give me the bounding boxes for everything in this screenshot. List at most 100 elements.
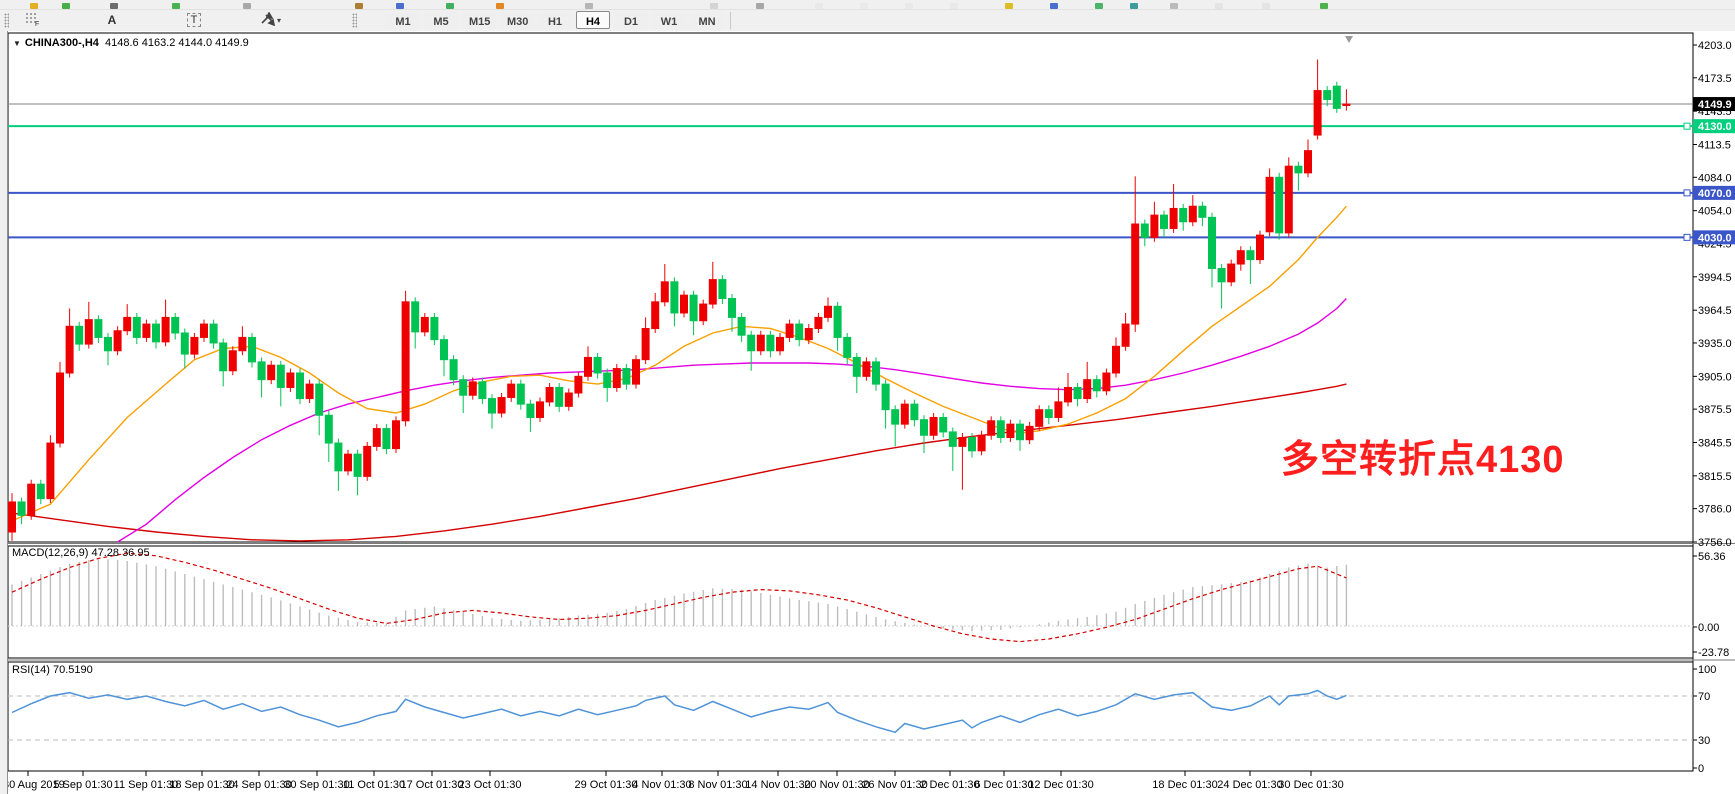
- tab-timeframe-m15[interactable]: M15: [462, 11, 496, 29]
- rsi-panel-title: RSI(14) 70.5190: [12, 664, 93, 676]
- macd-indicator-values: 47.28 36.95: [91, 547, 149, 559]
- cropped-icon: [1005, 3, 1013, 9]
- svg-text:30 Dec 01:30: 30 Dec 01:30: [1278, 779, 1343, 791]
- macd-panel-title: MACD(12,26,9) 47.28 36.95: [12, 547, 150, 559]
- macd-indicator-name: MACD(12,26,9): [12, 547, 88, 559]
- svg-text:F: F: [35, 21, 39, 26]
- tab-timeframe-w1[interactable]: W1: [652, 11, 686, 29]
- current-price-badge: 4149.9: [1693, 97, 1735, 111]
- svg-text:4054.0: 4054.0: [1698, 206, 1732, 218]
- chart-shift-icon[interactable]: [1345, 36, 1353, 43]
- cropped-icon: [1320, 3, 1328, 9]
- cropped-icon: [1215, 3, 1223, 9]
- horizontal-line-4030.0[interactable]: [8, 234, 1693, 240]
- svg-text:3935.0: 3935.0: [1698, 338, 1732, 350]
- svg-text:30 Sep 01:30: 30 Sep 01:30: [284, 779, 349, 791]
- svg-text:70: 70: [1698, 691, 1710, 703]
- svg-text:3756.0: 3756.0: [1698, 537, 1732, 549]
- macd-signal-line: [12, 553, 1346, 641]
- svg-text:56.36: 56.36: [1698, 551, 1726, 563]
- cropped-icon: [110, 3, 118, 9]
- svg-text:20 Nov 01:30: 20 Nov 01:30: [804, 779, 869, 791]
- ma-fast-orange-line: [12, 206, 1346, 521]
- text-tool-icon[interactable]: T: [180, 11, 208, 29]
- tab-timeframe-mn[interactable]: MN: [690, 11, 724, 29]
- svg-text:2 Dec 01:30: 2 Dec 01:30: [920, 779, 979, 791]
- cropped-icon: [1130, 3, 1138, 9]
- svg-text:3845.5: 3845.5: [1698, 437, 1732, 449]
- cropped-icon: [243, 3, 251, 9]
- svg-text:4 Nov 01:30: 4 Nov 01:30: [632, 779, 691, 791]
- cropped-icon: [950, 3, 958, 9]
- arrows-tool-icon[interactable]: ▾: [258, 11, 298, 29]
- symbol-dropdown-icon[interactable]: ▼: [13, 39, 21, 48]
- tab-timeframe-m1[interactable]: M1: [386, 11, 420, 29]
- ohlc-values: 4148.6 4163.2 4144.0 4149.9: [105, 37, 249, 49]
- fibonacci-icon[interactable]: F: [24, 11, 52, 29]
- chart-canvas[interactable]: 4203.04173.54143.54113.54084.04054.04024…: [0, 31, 1735, 794]
- chart-text-annotation: 多空转折点4130: [1281, 428, 1565, 483]
- toolbar-grip[interactable]: [352, 13, 357, 28]
- svg-text:3905.0: 3905.0: [1698, 371, 1732, 383]
- tab-timeframe-m5[interactable]: M5: [424, 11, 458, 29]
- cropped-icon: [815, 3, 823, 9]
- horizontal-line-4130.0[interactable]: [8, 123, 1693, 129]
- svg-text:12 Dec 01:30: 12 Dec 01:30: [1028, 779, 1093, 791]
- macd-histogram: [8, 558, 1693, 631]
- svg-text:3786.0: 3786.0: [1698, 504, 1732, 516]
- svg-text:8 Nov 01:30: 8 Nov 01:30: [688, 779, 747, 791]
- svg-text:4070.0: 4070.0: [1698, 188, 1732, 200]
- rsi-axis: 100 70 30 0: [1693, 664, 1716, 775]
- svg-text:4030.0: 4030.0: [1698, 232, 1732, 244]
- rsi-indicator-value: 70.5190: [53, 664, 93, 676]
- cropped-icon: [355, 3, 363, 9]
- tab-timeframe-h1[interactable]: H1: [538, 11, 572, 29]
- cropped-icon: [1050, 3, 1058, 9]
- horizontal-line-4070.0[interactable]: [8, 190, 1693, 196]
- tab-timeframe-h4[interactable]: H4: [576, 11, 610, 29]
- svg-text:-23.78: -23.78: [1698, 647, 1729, 659]
- svg-text:4113.5: 4113.5: [1698, 140, 1731, 152]
- svg-text:0: 0: [1698, 763, 1704, 775]
- macd-axis: 56.360.00-23.78: [1693, 551, 1729, 659]
- time-axis[interactable]: 30 Aug 20195 Sep 01:3011 Sep 01:3018 Sep…: [3, 771, 1344, 791]
- svg-text:100: 100: [1698, 664, 1716, 676]
- hline-price-badge: 4030.0: [1693, 230, 1735, 244]
- cropped-icon: [396, 3, 404, 9]
- hline-price-badge: 4130.0: [1693, 119, 1735, 133]
- svg-text:18 Dec 01:30: 18 Dec 01:30: [1152, 779, 1217, 791]
- panel-frames: [0, 33, 1735, 771]
- cropped-icon: [30, 3, 38, 9]
- svg-text:3875.5: 3875.5: [1698, 404, 1732, 416]
- cropped-toolbar-icons: [0, 0, 1735, 10]
- price-axis[interactable]: 4203.04173.54143.54113.54084.04054.04024…: [1693, 40, 1732, 549]
- cropped-icon: [1095, 3, 1103, 9]
- tab-timeframe-d1[interactable]: D1: [614, 11, 648, 29]
- svg-text:6 Dec 01:30: 6 Dec 01:30: [974, 779, 1033, 791]
- tab-timeframe-m30[interactable]: M30: [500, 11, 534, 29]
- candles-layer: [9, 59, 1350, 540]
- toolbar-separator: [730, 12, 731, 29]
- svg-text:24 Dec 01:30: 24 Dec 01:30: [1217, 779, 1282, 791]
- cropped-icon: [756, 3, 764, 9]
- ma-mid-magenta-line: [118, 299, 1347, 543]
- cropped-icon: [496, 3, 504, 9]
- svg-text:30: 30: [1698, 735, 1710, 747]
- cropped-icon: [860, 3, 868, 9]
- mt4-terminal: F A T ▾ M1 M5 M15 M30 H1 H4 D1 W1 MN: [0, 0, 1735, 794]
- toolbar-grip[interactable]: [4, 13, 9, 28]
- svg-text:17 Oct 01:30: 17 Oct 01:30: [401, 779, 464, 791]
- svg-text:14 Nov 01:30: 14 Nov 01:30: [745, 779, 810, 791]
- svg-text:11 Oct 01:30: 11 Oct 01:30: [343, 779, 405, 791]
- cropped-icon: [446, 3, 454, 9]
- cropped-icon: [62, 3, 70, 9]
- svg-text:3994.5: 3994.5: [1698, 272, 1732, 284]
- svg-text:4130.0: 4130.0: [1698, 121, 1732, 133]
- svg-text:3964.5: 3964.5: [1698, 305, 1732, 317]
- svg-text:24 Sep 01:30: 24 Sep 01:30: [226, 779, 291, 791]
- cropped-icon: [1170, 3, 1178, 9]
- text-label-icon[interactable]: A: [98, 11, 126, 29]
- svg-text:3815.5: 3815.5: [1698, 471, 1732, 483]
- rsi-line: [12, 691, 1346, 733]
- rsi-indicator-name: RSI(14): [12, 664, 50, 676]
